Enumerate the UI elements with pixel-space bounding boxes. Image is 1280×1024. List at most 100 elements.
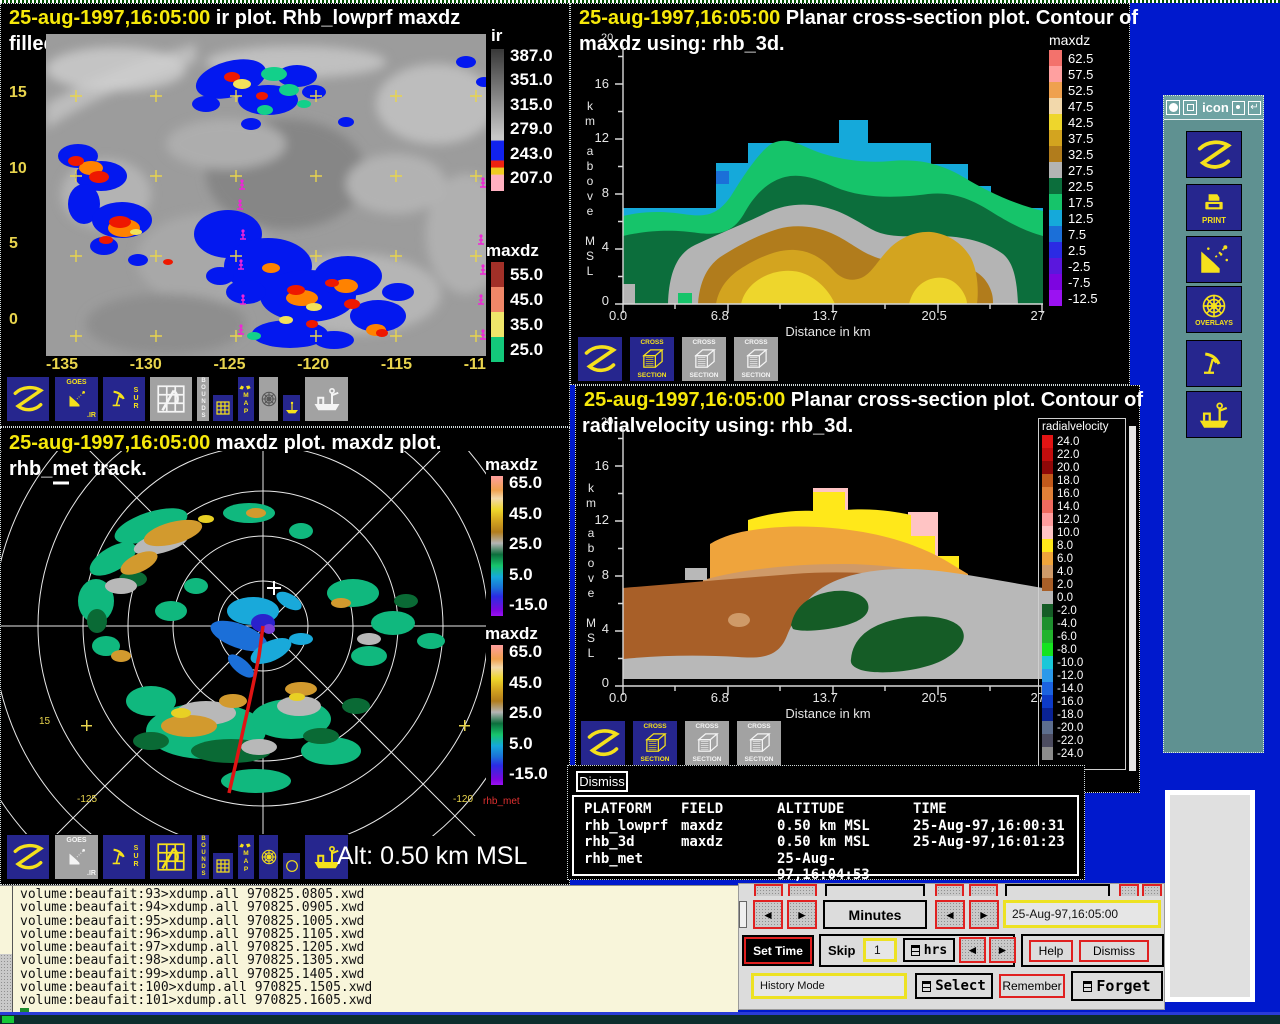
xsection-radialvelocity-plot[interactable] [613, 428, 1043, 702]
step-forward-button[interactable]: ► [787, 900, 817, 929]
clipped-button[interactable] [788, 884, 817, 896]
close-button[interactable]: ↵ [1248, 101, 1261, 115]
terminal-window[interactable]: volume:beaufait:93>xdump.all 970825.0805… [0, 885, 738, 1014]
panel-title: icon [1200, 100, 1229, 115]
xsection-maxdz-plot[interactable] [613, 46, 1043, 320]
hrs-label: hrs [924, 943, 947, 958]
satellite-ir-image[interactable] [46, 34, 486, 356]
table-row: rhb_3d maxdz 0.50 km MSL 25-Aug-97,16:01… [584, 834, 1077, 851]
timestamp: 25-aug-1997,16:05:00 [584, 389, 785, 411]
zeb-logo-button[interactable] [1186, 131, 1242, 178]
ship-button[interactable] [1186, 391, 1242, 438]
circle-button[interactable] [282, 852, 301, 880]
step-forward-button[interactable]: ► [969, 900, 999, 929]
colorbar-swatch [1049, 50, 1062, 66]
panel-titlebar[interactable]: icon ↵ [1164, 96, 1263, 120]
radar-antenna-button[interactable] [1186, 340, 1242, 387]
cross-section-button-active[interactable]: CROSS SECTION [632, 720, 678, 766]
grid-button[interactable] [212, 852, 234, 880]
overlays-button[interactable]: OVERLAYS [1186, 286, 1242, 333]
colorbar-value: -18.0 [1057, 709, 1083, 721]
help-button[interactable]: Help [1029, 940, 1073, 962]
remember-button[interactable]: Remember [999, 974, 1065, 998]
ppi-radar-display[interactable] [1, 451, 486, 836]
zeb-logo-button[interactable] [6, 834, 50, 880]
skip-input[interactable]: 1 [863, 938, 897, 962]
clipped-button[interactable] [754, 884, 783, 896]
legend-label: radialvelocity [1039, 419, 1125, 435]
section-label: SECTION [693, 756, 722, 763]
ship-button[interactable] [304, 376, 349, 422]
cross-section-button[interactable]: CROSS SECTION [733, 336, 779, 382]
step-back-button[interactable]: ◄ [753, 900, 783, 929]
zeb-logo-button[interactable] [6, 376, 50, 422]
cross-section-button[interactable]: CROSS SECTION [736, 720, 782, 766]
radar-grid-button[interactable] [149, 376, 193, 422]
terminal-scrollbar[interactable] [0, 886, 13, 1015]
step-back-button[interactable]: ◄ [935, 900, 965, 929]
colorbar-value: -8.0 [1057, 644, 1077, 656]
colorbar-swatch [1042, 669, 1053, 682]
clipped-button[interactable] [1142, 884, 1162, 896]
zeb-logo-button[interactable] [580, 720, 626, 766]
cross-label: CROSS [643, 723, 666, 730]
zeb-logo-button[interactable] [577, 336, 623, 382]
units-menu-button[interactable]: hrs [903, 938, 955, 962]
maximize-button[interactable] [1232, 101, 1245, 115]
range-rings-button[interactable] [258, 376, 279, 422]
goes-ir-button[interactable]: GOES .IR [54, 834, 99, 880]
boat-button[interactable] [282, 394, 301, 422]
colorbar-value: 2.0 [1057, 579, 1073, 591]
bounds-button[interactable]: BOUNDS [196, 834, 210, 880]
colorbar-swatch [1042, 747, 1053, 760]
select-menu-button[interactable]: Select [915, 973, 993, 999]
clipped-button[interactable] [969, 884, 998, 896]
zeb-logo-icon [585, 725, 621, 761]
clipped-button[interactable] [825, 884, 925, 896]
button-fragment[interactable] [739, 901, 747, 928]
x-tick-label: 6.8 [711, 308, 729, 323]
section-label: SECTION [745, 756, 774, 763]
y-tick-label: 10 [9, 160, 27, 178]
surveillance-radar-button[interactable]: SUR [102, 834, 146, 880]
radar-grid-button[interactable] [149, 834, 193, 880]
dismiss-button[interactable]: Dismiss [1079, 940, 1149, 962]
range-rings-button[interactable] [258, 834, 279, 880]
print-button[interactable]: PRINT [1186, 184, 1242, 231]
cross-section-button[interactable]: CROSS SECTION [684, 720, 730, 766]
dismiss-button[interactable]: Dismiss [576, 771, 628, 792]
map-button[interactable]: MAP [237, 834, 255, 880]
x-tick-label: -11 [464, 356, 486, 374]
clipped-button[interactable] [1005, 884, 1110, 896]
colorbar-swatch [491, 287, 504, 312]
forget-menu-button[interactable]: Forget [1071, 971, 1163, 1001]
satellite-dish-icon [67, 847, 87, 867]
window-title: 25-aug-1997,16:05:00 maxdz plot. maxdz p… [9, 432, 441, 455]
colorbar-value: 55.0 [510, 265, 543, 285]
cross-section-button[interactable]: CROSS SECTION [681, 336, 727, 382]
cross-section-button-active[interactable]: CROSS SECTION [629, 336, 675, 382]
iconify-button[interactable] [1183, 100, 1197, 115]
surveillance-radar-button[interactable]: SUR [102, 376, 146, 422]
satellite-button[interactable] [1186, 236, 1242, 283]
minutes-button[interactable]: Minutes [823, 900, 927, 929]
skip-forward-button[interactable]: ► [989, 937, 1016, 963]
menu-circle-button[interactable] [1166, 100, 1180, 115]
col-field: FIELD [681, 801, 777, 818]
terminal-text: volume:beaufait:93>xdump.all 970825.0805… [20, 888, 372, 1008]
x-tick-label: 20.5 [922, 308, 947, 323]
history-mode-input[interactable]: History Mode [751, 973, 907, 999]
bounds-button[interactable]: BOUNDS [196, 376, 210, 422]
map-button[interactable]: MAP [237, 376, 255, 422]
cube-icon [692, 347, 717, 372]
terminal-line: volume:beaufait:96>xdump.all 970825.1105… [20, 928, 372, 941]
clipped-button[interactable] [1119, 884, 1139, 896]
scrollbar-thumb[interactable] [0, 954, 12, 1015]
time-input[interactable]: 25-Aug-97,16:05:00 [1003, 900, 1161, 928]
clipped-button[interactable] [935, 884, 964, 896]
goes-ir-button[interactable]: GOES .IR [54, 376, 99, 422]
set-time-button[interactable]: Set Time [742, 935, 814, 966]
grid-button[interactable] [212, 394, 234, 422]
skip-back-button[interactable]: ◄ [959, 937, 986, 963]
cell-field: maxdz [681, 818, 777, 835]
